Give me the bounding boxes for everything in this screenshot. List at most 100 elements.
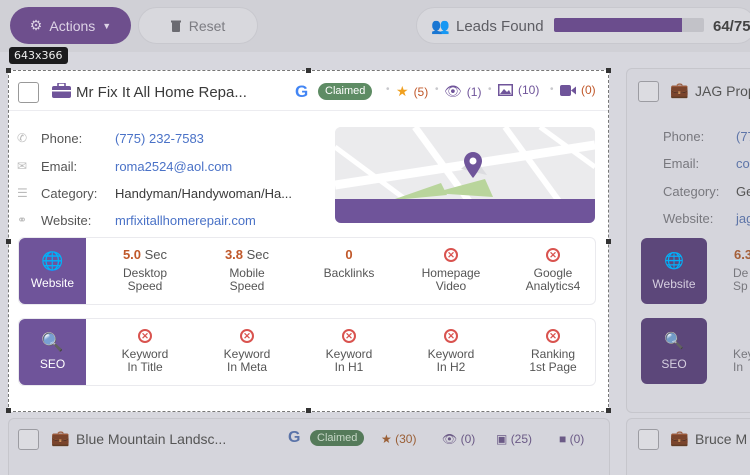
lead-card-blue-mountain: 💼 Blue Mountain Landsc... G Claimed ★ (3… <box>8 418 610 475</box>
desktop-speed-label: De Sp <box>733 266 749 293</box>
x-circle-icon: ✕ <box>444 329 458 343</box>
star-icon: ★ <box>381 432 392 446</box>
google-icon[interactable]: G <box>295 82 308 102</box>
map-pin-icon <box>464 152 482 178</box>
resize-handle-bottom-left[interactable] <box>6 408 11 413</box>
resize-handle-right[interactable] <box>606 239 611 244</box>
photos-count: ▣ (25) <box>496 432 532 446</box>
seo-tile[interactable]: 🔍 SEO <box>19 319 86 385</box>
phone-value[interactable]: (77 <box>736 129 750 144</box>
x-circle-icon: ✕ <box>240 329 254 343</box>
views-count: 👁 (1) <box>444 83 481 100</box>
business-name[interactable]: Mr Fix It All Home Repa... <box>76 84 247 101</box>
resize-handle-left[interactable] <box>6 239 11 244</box>
photos-count: (10) <box>498 83 539 97</box>
keyword-in-meta-cell: ✕ Keyword In Meta <box>197 319 297 385</box>
leads-found-label: Leads Found <box>456 18 544 35</box>
star-icon: ★ <box>396 83 409 99</box>
email-label: Email: <box>41 158 78 174</box>
map-footer-strip <box>335 199 595 223</box>
lead-card-jag: 💼 JAG Prop Phone: (77 Email: co Category… <box>626 68 750 413</box>
business-name: Blue Mountain Landsc... <box>76 431 227 447</box>
website-row: ⚭ Website: mrfixitallhomerepair.com <box>17 211 256 229</box>
phone-icon: ✆ <box>17 131 28 145</box>
rating-count: ★ (5) <box>396 83 428 100</box>
leads-count: 64/75 <box>713 18 750 35</box>
location-map[interactable] <box>335 127 595 223</box>
caret-down-icon: ▼ <box>102 20 112 31</box>
category-value: Handyman/Handywoman/Ha... <box>115 185 293 201</box>
keyword-in-meta-label: Keyword In Meta <box>223 347 271 374</box>
gear-icon: ⚙ <box>29 17 43 33</box>
image-icon <box>498 84 513 96</box>
google-analytics-label: Google Analytics4 <box>525 266 581 293</box>
business-name: JAG Prop <box>695 83 750 99</box>
leads-progress-fill <box>554 18 682 32</box>
select-checkbox[interactable] <box>18 429 39 450</box>
trash-icon <box>170 20 181 32</box>
email-label: Email: <box>663 156 700 171</box>
category-label: Category: <box>41 185 98 201</box>
business-name: Bruce M <box>695 431 748 447</box>
globe-icon: 🌐 <box>41 251 64 271</box>
briefcase-icon: 💼 <box>670 430 689 447</box>
website-value[interactable]: jag <box>736 211 750 226</box>
phone-value[interactable]: (775) 232-7583 <box>115 131 204 146</box>
resize-handle-bottom[interactable] <box>306 408 311 413</box>
select-checkbox[interactable] <box>638 81 659 102</box>
mobile-speed-cell: 3.8 Sec Mobile Speed <box>197 238 297 304</box>
video-icon: ■ <box>559 432 567 446</box>
mobile-speed-value: 3.8 Sec <box>197 247 297 262</box>
backlinks-label: Backlinks <box>323 266 375 280</box>
backlinks-value: 0 <box>345 247 353 262</box>
phone-label: Phone: <box>663 129 705 144</box>
seo-tile-label: SEO <box>39 357 66 371</box>
email-value[interactable]: co <box>736 156 750 171</box>
reset-button[interactable]: Reset <box>138 7 258 44</box>
website-tile[interactable]: 🌐 Website <box>19 238 86 304</box>
desktop-speed-value: 5.0 Sec <box>95 247 195 262</box>
capture-size-badge: 643x366 <box>9 47 68 64</box>
keyword-in-h2-label: Keyword In H2 <box>427 347 475 374</box>
website-panel: 🌐 Website 5.0 Sec Desktop Speed 3.8 Sec … <box>18 237 596 305</box>
views-count: 👁 (0) <box>442 432 475 446</box>
homepage-video-label: Homepage Video <box>421 266 481 293</box>
videos-count: (0) <box>560 83 596 97</box>
category-value: Ge <box>736 184 750 199</box>
eye-icon: 👁 <box>442 432 458 446</box>
website-value[interactable]: mrfixitallhomerepair.com <box>115 213 256 228</box>
separator-dot: • <box>435 84 439 95</box>
list-icon: ☰ <box>17 186 28 200</box>
desktop-speed-cell: 5.0 Sec Desktop Speed <box>95 238 195 304</box>
separator-dot: • <box>386 84 390 95</box>
seo-tile[interactable]: 🔍 SEO <box>641 318 707 384</box>
lead-card-mr-fix-it: Mr Fix It All Home Repa... G Claimed • ★… <box>6 68 611 413</box>
email-value[interactable]: roma2524@aol.com <box>115 159 232 174</box>
select-checkbox[interactable] <box>638 429 659 450</box>
homepage-video-cell: ✕ Homepage Video <box>401 238 501 304</box>
lead-card-bruce: 💼 Bruce M <box>626 418 750 475</box>
actions-button[interactable]: ⚙ Actions ▼ <box>10 7 131 44</box>
mobile-speed-number: 3.8 <box>224 247 244 262</box>
keyword-in-h2-cell: ✕ Keyword In H2 <box>401 319 501 385</box>
email-row: ✉ Email: roma2524@aol.com <box>17 157 232 175</box>
globe-icon: 🌐 <box>664 253 684 270</box>
seo-tile-label: SEO <box>661 357 687 371</box>
videos-count: ■ (0) <box>559 432 584 446</box>
claimed-badge: Claimed <box>318 83 373 100</box>
google-icon: G <box>288 429 301 446</box>
seo-panel: 🔍 SEO ✕ Keyword In Title ✕ Keyword In Me… <box>18 318 596 386</box>
separator-dot: • <box>550 84 554 95</box>
website-label: Website: <box>41 212 92 228</box>
reset-label: Reset <box>188 17 226 34</box>
x-circle-icon: ✕ <box>546 329 560 343</box>
desktop-speed-unit: Sec <box>144 247 168 262</box>
website-tile[interactable]: 🌐 Website <box>641 238 707 304</box>
select-checkbox[interactable] <box>18 82 39 103</box>
briefcase-icon: 💼 <box>670 82 689 99</box>
keyword-in-h1-label: Keyword In H1 <box>325 347 373 374</box>
x-circle-icon: ✕ <box>546 248 560 262</box>
resize-handle-bottom-right[interactable] <box>606 408 611 413</box>
envelope-icon: ✉ <box>17 159 28 173</box>
video-icon <box>560 84 576 96</box>
